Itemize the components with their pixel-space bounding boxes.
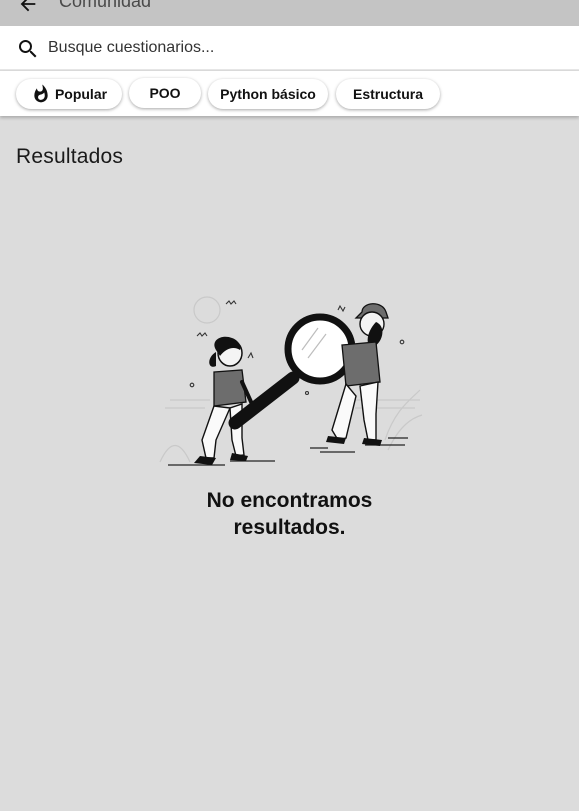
chip-label: POO — [149, 85, 181, 101]
results-heading: Resultados — [16, 145, 124, 168]
app-bar: Comunidad — [0, 0, 579, 26]
search-icon — [19, 40, 37, 58]
arrow-back-icon — [20, 0, 36, 12]
page-title: Comunidad — [59, 0, 152, 11]
filter-chips-bar: Popular POO Python básico Estructura — [0, 71, 579, 116]
chip-python-basico[interactable]: Python básico — [208, 79, 328, 109]
search-bar — [0, 26, 579, 70]
chip-label: Estructura — [352, 86, 424, 102]
chip-estructura[interactable]: Estructura — [336, 79, 440, 109]
search-input[interactable] — [48, 35, 548, 61]
empty-state-line-2: resultados. — [233, 516, 346, 539]
no-results-illustration — [159, 296, 423, 466]
chip-label: Popular — [54, 86, 108, 102]
back-button[interactable] — [14, 0, 42, 18]
chip-label: Python básico — [220, 86, 316, 102]
empty-state-line-1: No encontramos — [206, 489, 373, 512]
chip-poo[interactable]: POO — [129, 78, 201, 108]
fire-icon — [34, 84, 48, 103]
chip-popular[interactable]: Popular — [16, 79, 122, 109]
empty-state-message: No encontramos resultados. — [0, 487, 579, 541]
